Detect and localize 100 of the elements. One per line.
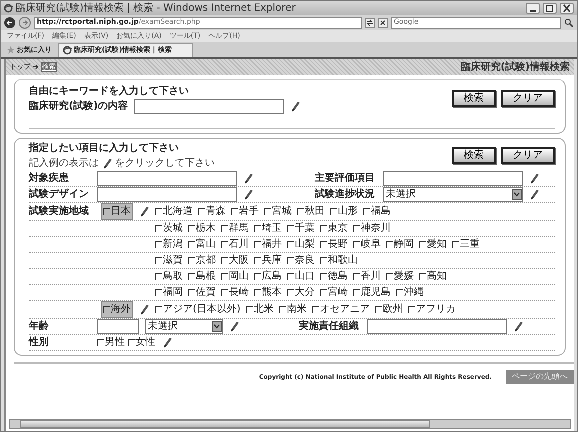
checkbox[interactable]: 茨城	[155, 221, 183, 236]
text-field[interactable]	[97, 319, 139, 334]
checkbox[interactable]: 鳥取	[155, 269, 183, 284]
select-field[interactable]: 未選択	[383, 187, 523, 202]
checkbox[interactable]: オセアニア	[312, 302, 370, 317]
maximize-icon[interactable]	[545, 4, 555, 12]
page-title: 臨床研究(試験)情報検索	[460, 60, 570, 74]
search-icon[interactable]	[564, 18, 574, 28]
checkbox[interactable]: 山梨	[287, 237, 315, 252]
checkbox[interactable]: 鹿児島	[353, 285, 391, 300]
pen-icon[interactable]	[162, 336, 172, 348]
checkbox[interactable]: 秋田	[297, 204, 325, 219]
clear-button[interactable]: クリア	[501, 147, 555, 164]
field-label: 試験デザイン	[29, 188, 90, 202]
refresh-icon[interactable]	[365, 18, 375, 28]
checkbox[interactable]: 岩手	[231, 204, 259, 219]
pen-icon[interactable]	[243, 172, 253, 184]
checkbox[interactable]: 北米	[246, 302, 274, 317]
clear-button[interactable]: クリア	[501, 90, 555, 107]
checkbox[interactable]: 高知	[419, 269, 447, 284]
checkbox[interactable]: 沖縄	[396, 285, 424, 300]
scrollbar-thumb[interactable]	[20, 420, 430, 428]
checkbox[interactable]: 北海道	[155, 204, 193, 219]
checkbox[interactable]: 大分	[287, 285, 315, 300]
checkbox[interactable]: 愛知	[419, 237, 447, 252]
pen-icon[interactable]	[513, 320, 523, 332]
checkbox[interactable]: アジア(日本以外)	[155, 302, 241, 317]
text-field[interactable]	[383, 171, 523, 186]
checkbox[interactable]: 石川	[221, 237, 249, 252]
pen-icon[interactable]	[139, 206, 149, 218]
field-label: 対象疾患	[29, 171, 70, 186]
pen-icon[interactable]	[229, 320, 239, 332]
pen-icon[interactable]	[243, 188, 253, 200]
text-field[interactable]	[367, 319, 507, 334]
checkbox[interactable]: アフリカ	[408, 302, 456, 317]
dropdown-icon[interactable]	[512, 189, 522, 200]
star-icon	[7, 46, 15, 54]
section-heading: 指定したい項目に入力して下さい	[29, 141, 180, 156]
checkbox[interactable]: 男性	[97, 335, 125, 350]
checkbox[interactable]: 新潟	[155, 237, 183, 252]
checkbox[interactable]: 香川	[353, 269, 381, 284]
checkbox[interactable]: 徳島	[320, 269, 348, 284]
checkbox[interactable]: 大阪	[221, 253, 249, 268]
pen-icon[interactable]	[529, 188, 539, 200]
checkbox[interactable]: 富山	[188, 237, 216, 252]
checkbox[interactable]: 滋賀	[155, 253, 183, 268]
close-icon[interactable]	[562, 4, 572, 12]
search-button[interactable]: 検索	[452, 90, 496, 107]
text-field[interactable]	[97, 171, 237, 186]
checkbox[interactable]: 千葉	[287, 221, 315, 236]
checkbox[interactable]: 京都	[188, 253, 216, 268]
select-field[interactable]: 未選択	[145, 319, 223, 334]
checkbox[interactable]: 長崎	[221, 285, 249, 300]
checkbox[interactable]: 日本	[101, 203, 133, 220]
pen-icon[interactable]	[139, 304, 149, 316]
checkbox[interactable]: 宮城	[264, 204, 292, 219]
text-field[interactable]	[97, 187, 237, 202]
checkbox[interactable]: 広島	[254, 269, 282, 284]
checkbox[interactable]: 神奈川	[353, 221, 391, 236]
search-button[interactable]: 検索	[452, 147, 496, 164]
checkbox[interactable]: 南米	[278, 302, 307, 317]
checkbox[interactable]: 熊本	[254, 285, 282, 300]
checkbox[interactable]: 奈良	[287, 253, 315, 268]
stop-icon[interactable]	[378, 18, 388, 28]
checkbox[interactable]: 山形	[330, 204, 358, 219]
checkbox[interactable]: 三重	[452, 237, 480, 252]
checkbox[interactable]: 女性	[128, 335, 156, 350]
pen-icon[interactable]	[102, 158, 112, 170]
checkbox[interactable]: 東京	[320, 221, 348, 236]
field-label: 臨床研究(試験)の内容	[29, 99, 128, 114]
checkbox[interactable]: 群馬	[221, 221, 249, 236]
checkbox[interactable]: 山口	[287, 269, 315, 284]
checkbox[interactable]: 栃木	[188, 221, 216, 236]
checkbox[interactable]: 長野	[320, 237, 348, 252]
checkbox[interactable]: 島根	[188, 269, 216, 284]
back-icon[interactable]	[4, 16, 16, 28]
dropdown-icon[interactable]	[212, 321, 222, 332]
checkbox[interactable]: 欧州	[374, 302, 403, 317]
section-heading: 自由にキーワードを入力して下さい	[29, 84, 190, 99]
checkbox[interactable]: 兵庫	[254, 253, 282, 268]
field-label: 実施責任組織	[298, 319, 359, 334]
checkbox[interactable]: 青森	[198, 204, 226, 219]
checkbox[interactable]: 福島	[363, 204, 391, 219]
checkbox[interactable]: 宮崎	[320, 285, 348, 300]
horizontal-scrollbar[interactable]	[9, 419, 571, 429]
window-title: 臨床研究(試験)情報検索 | 検索 - Windows Internet Explorer	[16, 2, 296, 16]
pen-icon[interactable]	[290, 100, 300, 112]
field-label: 年齢	[29, 320, 50, 334]
checkbox[interactable]: 海外	[101, 301, 133, 318]
checkbox[interactable]: 福井	[254, 237, 282, 252]
checkbox[interactable]: 和歌山	[320, 253, 358, 268]
checkbox[interactable]: 岡山	[221, 269, 249, 284]
checkbox[interactable]: 埼玉	[254, 221, 282, 236]
checkbox[interactable]: 福岡	[155, 285, 183, 300]
checkbox[interactable]: 佐賀	[188, 285, 216, 300]
checkbox[interactable]: 静岡	[386, 237, 414, 252]
checkbox[interactable]: 愛媛	[386, 269, 414, 284]
text-field[interactable]	[134, 99, 284, 114]
checkbox[interactable]: 岐阜	[353, 237, 381, 252]
pen-icon[interactable]	[529, 172, 539, 184]
